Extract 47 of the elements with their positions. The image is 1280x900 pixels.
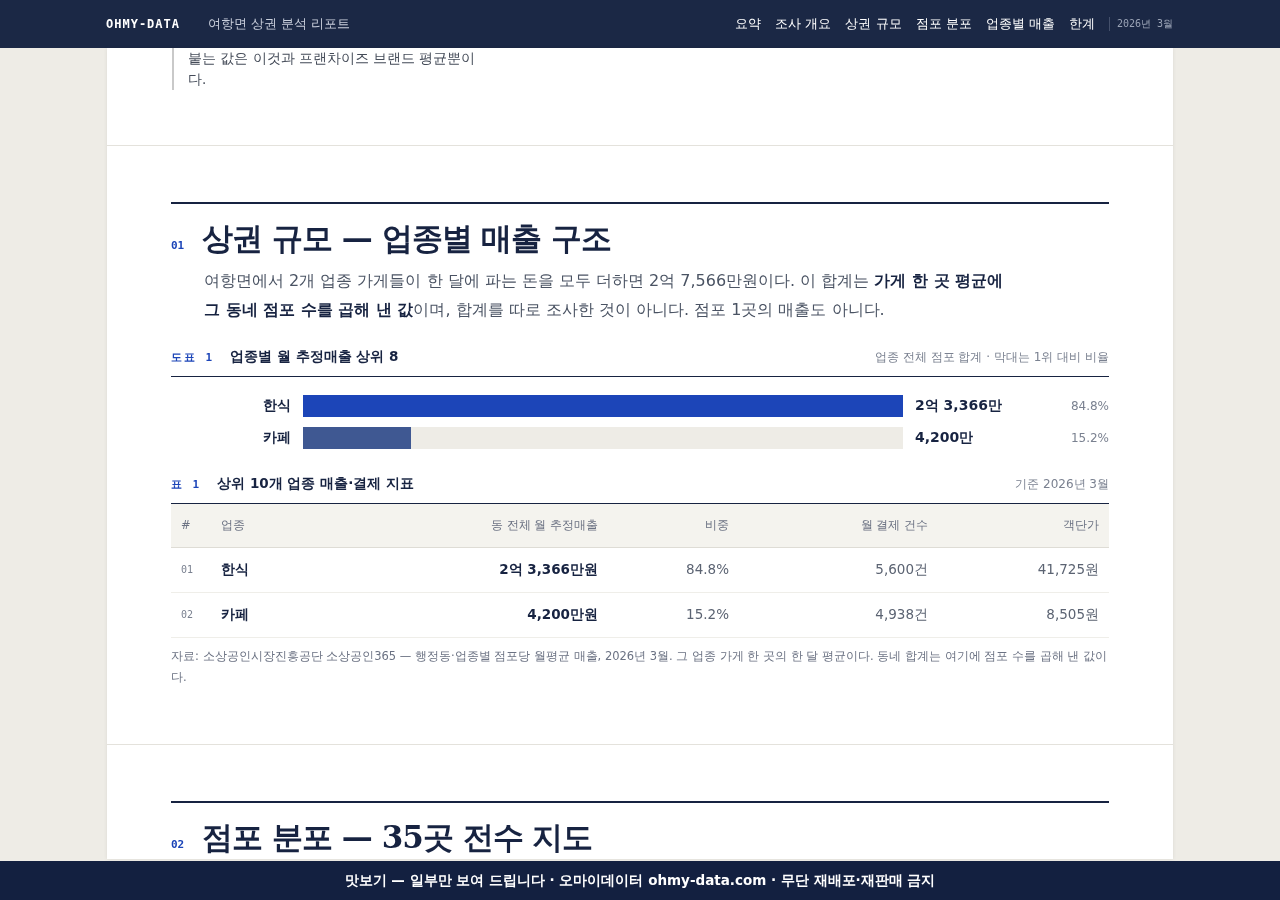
quote-text: 붙는 값은 이것과 프랜차이즈 브랜드 평균뿐이다. [172, 48, 478, 90]
table-tag: 표 1 [171, 477, 202, 492]
table-cell: 4,938건 [739, 593, 938, 638]
logo[interactable]: OHMY-DATA [106, 17, 181, 31]
column-header: 비중 [608, 504, 739, 548]
table-cell: 01 [171, 548, 211, 593]
bar-share: 84.8% [1070, 399, 1109, 413]
section-number: 01 [171, 239, 185, 252]
preview-banner: 맛보기 — 일부만 보여 드립니다 · 오마이데이터 ohmy-data.com · 무단 재배포·재판매 금지 [0, 861, 1280, 900]
nav-link[interactable]: 요약 [735, 15, 762, 33]
table-note: 기준 2026년 3월 [1015, 476, 1109, 493]
table-title: 상위 10개 업종 매출·결제 지표 [217, 475, 414, 493]
nav-link[interactable]: 업종별 매출 [985, 15, 1055, 33]
section-heading: 상권 규모 — 업종별 매출 구조 [202, 219, 612, 258]
bar-value: 4,200만 [914, 429, 975, 447]
table-cell: 41,725원 [938, 548, 1109, 593]
section-number: 02 [171, 838, 185, 851]
lead-paragraph: 여항면에서 2개 업종 가게들이 한 달에 파는 돈을 모두 더하면 2억 7,566만원이다. 이 합계는 가게 한 곳 평균에 그 동네 점포 수를 곱해 낸 값이며, 합계를 따로 조사한 것이 아니다. 점포 1곳의 매출도 아니다. [204, 270, 1004, 321]
table-cell: 한식 [211, 548, 351, 593]
figure-title: 업종별 월 추정매출 상위 8 [230, 348, 399, 366]
table-cell: 카페 [211, 593, 351, 638]
column-header: 월 결제 건수 [739, 504, 938, 548]
column-header: # [171, 504, 211, 548]
nav-link[interactable]: 상권 규모 [845, 15, 902, 33]
source-note: 자료: 소상공인시장진흥공단 소상공인365 — 행정동·업종별 점포당 월평균 매출, 2026년 3월. 그 업종 가게 한 곳의 한 달 평균이다. 동네 합계는 여기에 점포 수를 곱해 낸 값이다. [171, 648, 1108, 686]
nav-link[interactable]: 조사 개요 [775, 15, 832, 33]
nav-link[interactable]: 한계 [1068, 15, 1095, 33]
bar-value: 2억 3,366만 [914, 397, 1003, 415]
report-title: 여항면 상권 분석 리포트 [208, 15, 351, 33]
bar-share: 15.2% [1070, 431, 1109, 445]
table-cell: 2억 3,366만원 [351, 548, 608, 593]
table-cell: 02 [171, 593, 211, 638]
table-cell: 84.8% [608, 548, 739, 593]
table-cell: 5,600건 [739, 548, 938, 593]
column-header: 동 전체 월 추정매출 [351, 504, 608, 548]
figure-note: 업종 전체 점포 합계 · 막대는 1위 대비 비율 [875, 349, 1109, 366]
column-header: 객단가 [938, 504, 1109, 548]
table-cell: 15.2% [608, 593, 739, 638]
report-date: 2026년 3월 [1108, 17, 1173, 31]
figure-tag: 도표 1 [171, 350, 215, 365]
table-cell: 4,200만원 [351, 593, 608, 638]
nav-link[interactable]: 점포 분포 [915, 15, 972, 33]
table-cell: 8,505원 [938, 593, 1109, 638]
bar-label: 한식 [262, 397, 292, 415]
section-heading: 점포 분포 — 35곳 전수 지도 [202, 818, 593, 857]
column-header: 업종 [211, 504, 351, 548]
bar-label: 카페 [262, 429, 292, 447]
